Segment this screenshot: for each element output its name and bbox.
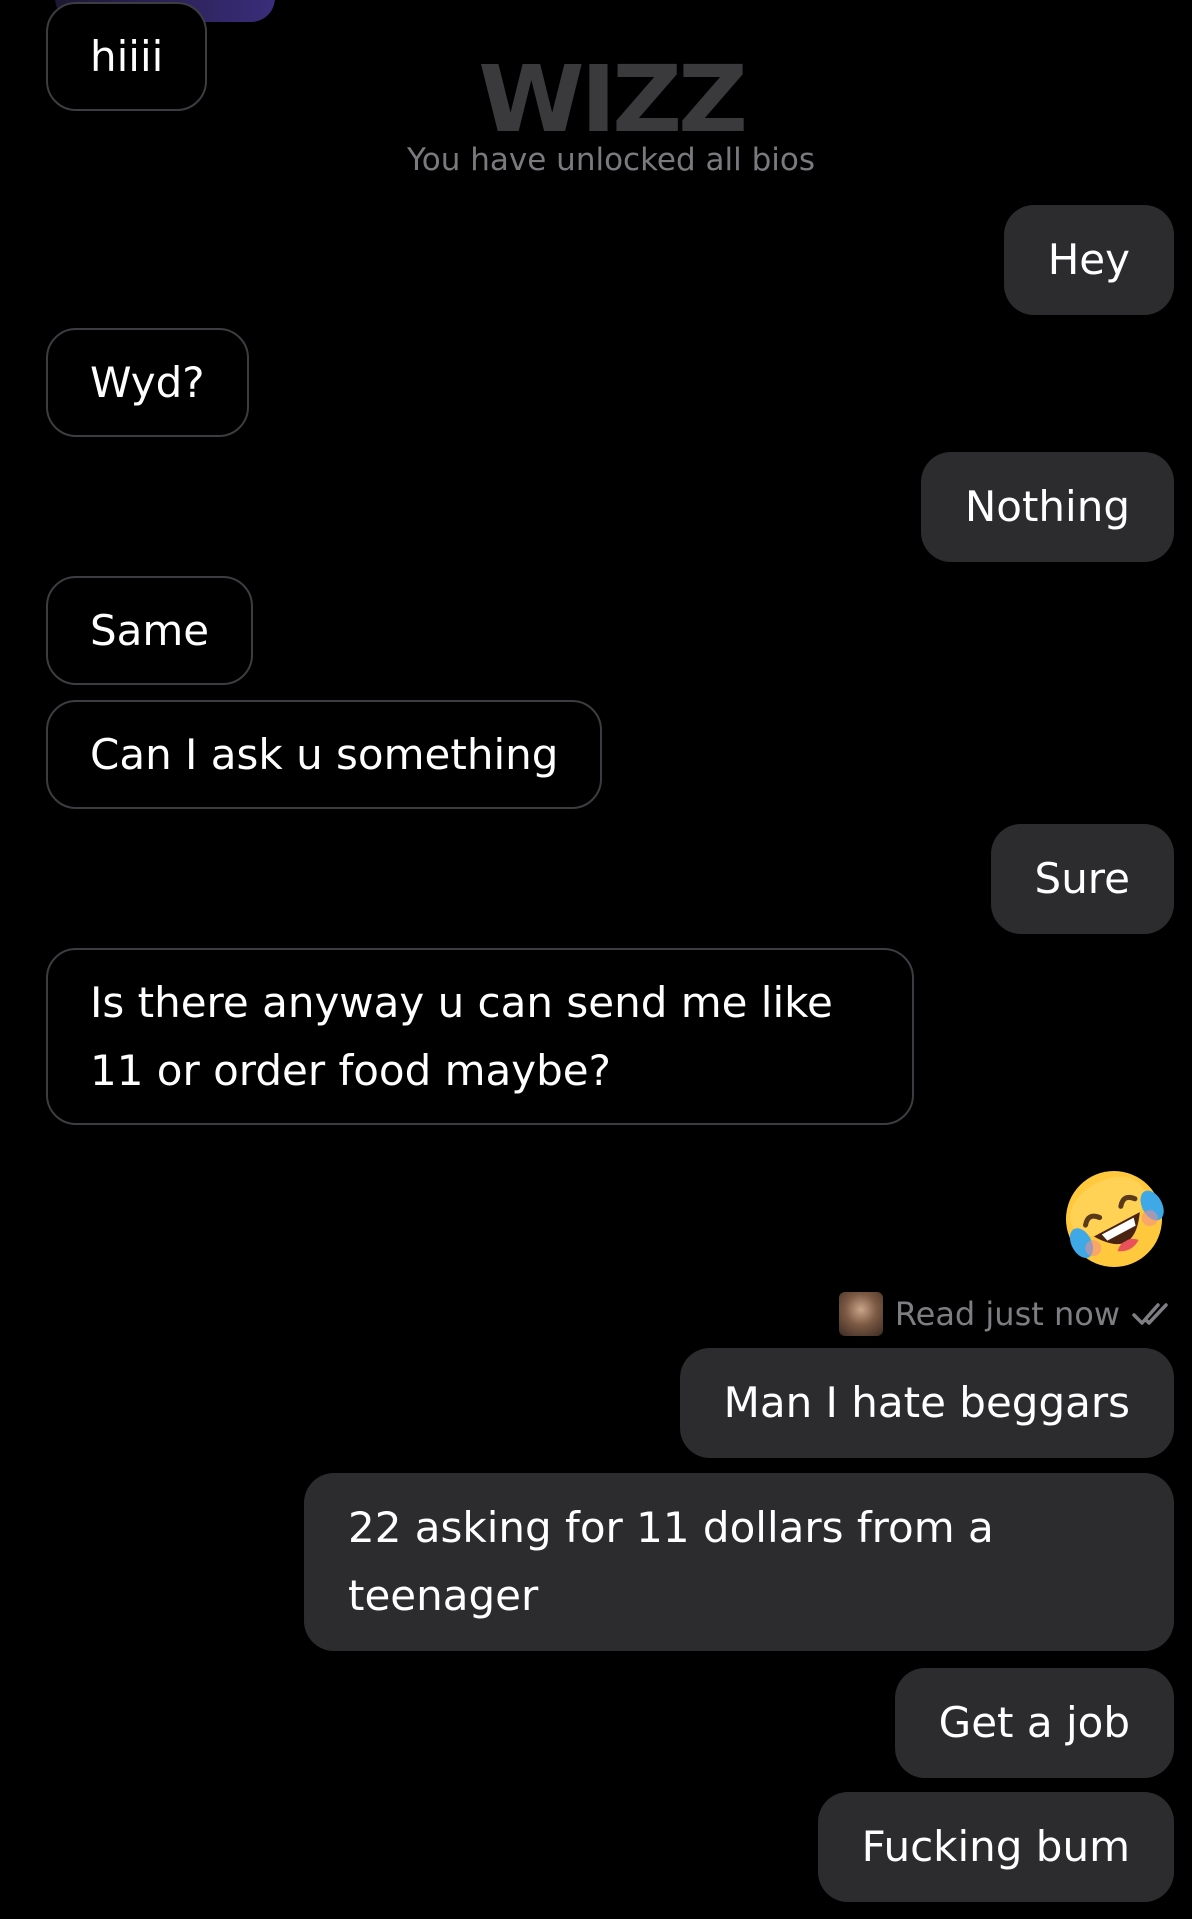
message-text: hiiii xyxy=(90,31,164,81)
message-bubble-outgoing[interactable]: Nothing xyxy=(920,452,1174,562)
message-bubble-outgoing[interactable]: Get a job xyxy=(894,1668,1174,1778)
double-check-icon xyxy=(1132,1303,1168,1325)
message-text: Get a job xyxy=(938,1698,1130,1747)
message-bubble-outgoing[interactable]: Hey xyxy=(1003,205,1174,315)
message-text: Is there anyway u can send me like 11 or… xyxy=(90,977,833,1095)
message-text: Same xyxy=(90,605,210,655)
message-bubble-incoming[interactable]: Same xyxy=(46,576,254,685)
message-text: 22 asking for 11 dollars from a teenager xyxy=(348,1503,994,1620)
message-bubble-outgoing[interactable]: 22 asking for 11 dollars from a teenager xyxy=(304,1473,1174,1651)
message-bubble-incoming[interactable]: Can I ask u something xyxy=(46,700,603,809)
bios-unlocked-notice: You have unlocked all bios xyxy=(406,142,816,178)
message-text: Fucking bum xyxy=(861,1822,1130,1871)
message-text: Sure xyxy=(1034,854,1130,903)
read-receipt-text: Read just now xyxy=(894,1295,1120,1333)
message-bubble-outgoing[interactable]: Fucking bum xyxy=(817,1792,1174,1902)
message-bubble-incoming[interactable]: Is there anyway u can send me like 11 or… xyxy=(46,948,914,1125)
rolling-on-floor-laughing-emoji[interactable] xyxy=(1060,1165,1168,1273)
message-text: Man I hate beggars xyxy=(723,1378,1130,1427)
message-text: Wyd? xyxy=(90,357,205,407)
message-text: Nothing xyxy=(964,482,1130,531)
message-bubble-incoming[interactable]: Wyd? xyxy=(46,328,249,437)
message-text: Can I ask u something xyxy=(90,729,559,779)
message-text: Hey xyxy=(1047,235,1130,284)
message-bubble-outgoing[interactable]: Sure xyxy=(990,824,1174,934)
read-receipt: Read just now xyxy=(838,1290,1172,1338)
avatar[interactable] xyxy=(838,1292,883,1336)
message-bubble-outgoing[interactable]: Man I hate beggars xyxy=(679,1348,1174,1458)
message-bubble-incoming[interactable]: hiiii xyxy=(46,2,208,111)
